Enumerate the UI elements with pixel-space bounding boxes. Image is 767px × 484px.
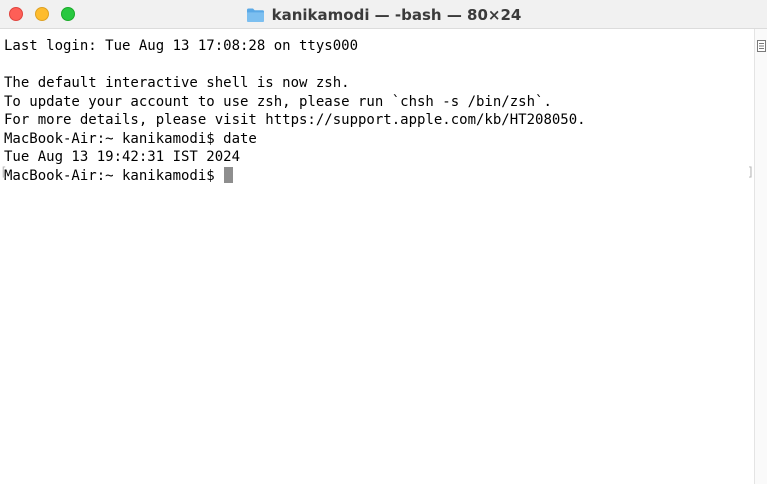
- vertical-scrollbar[interactable]: [754, 29, 767, 484]
- scroll-position-icon: [757, 40, 766, 52]
- terminal-lines: Last login: Tue Aug 13 17:08:28 on ttys0…: [4, 37, 586, 185]
- zoom-button[interactable]: [61, 7, 75, 21]
- command-mark-open: [: [0, 165, 8, 179]
- terminal-line-update-account: To update your account to use zsh, pleas…: [4, 93, 552, 110]
- window-title-group: kanikamodi — -bash — 80×24: [246, 5, 522, 24]
- terminal-window: kanikamodi — -bash — 80×24 Last login: T…: [0, 0, 767, 484]
- command-mark-close: ]: [747, 165, 754, 179]
- terminal-line-prompt[interactable]: MacBook-Air:~ kanikamodi$: [4, 166, 586, 186]
- terminal-line-more-details: For more details, please visit https://s…: [4, 112, 586, 128]
- close-button[interactable]: [9, 7, 23, 21]
- folder-icon: [246, 8, 264, 22]
- text-cursor: [224, 166, 234, 183]
- terminal-line-last-login: Last login: Tue Aug 13 17:08:28 on ttys0…: [4, 38, 359, 54]
- terminal-line-date-command: MacBook-Air:~ kanikamodi$ date: [4, 130, 257, 147]
- terminal-line-default-shell: The default interactive shell is now zsh…: [4, 75, 350, 91]
- terminal-line-date-output: Tue Aug 13 19:42:31 IST 2024: [4, 149, 241, 165]
- window-title: kanikamodi — -bash — 80×24: [271, 5, 522, 24]
- terminal-output-area[interactable]: Last login: Tue Aug 13 17:08:28 on ttys0…: [0, 29, 754, 484]
- minimize-button[interactable]: [35, 7, 49, 21]
- shell-prompt: MacBook-Air:~ kanikamodi$: [4, 167, 224, 184]
